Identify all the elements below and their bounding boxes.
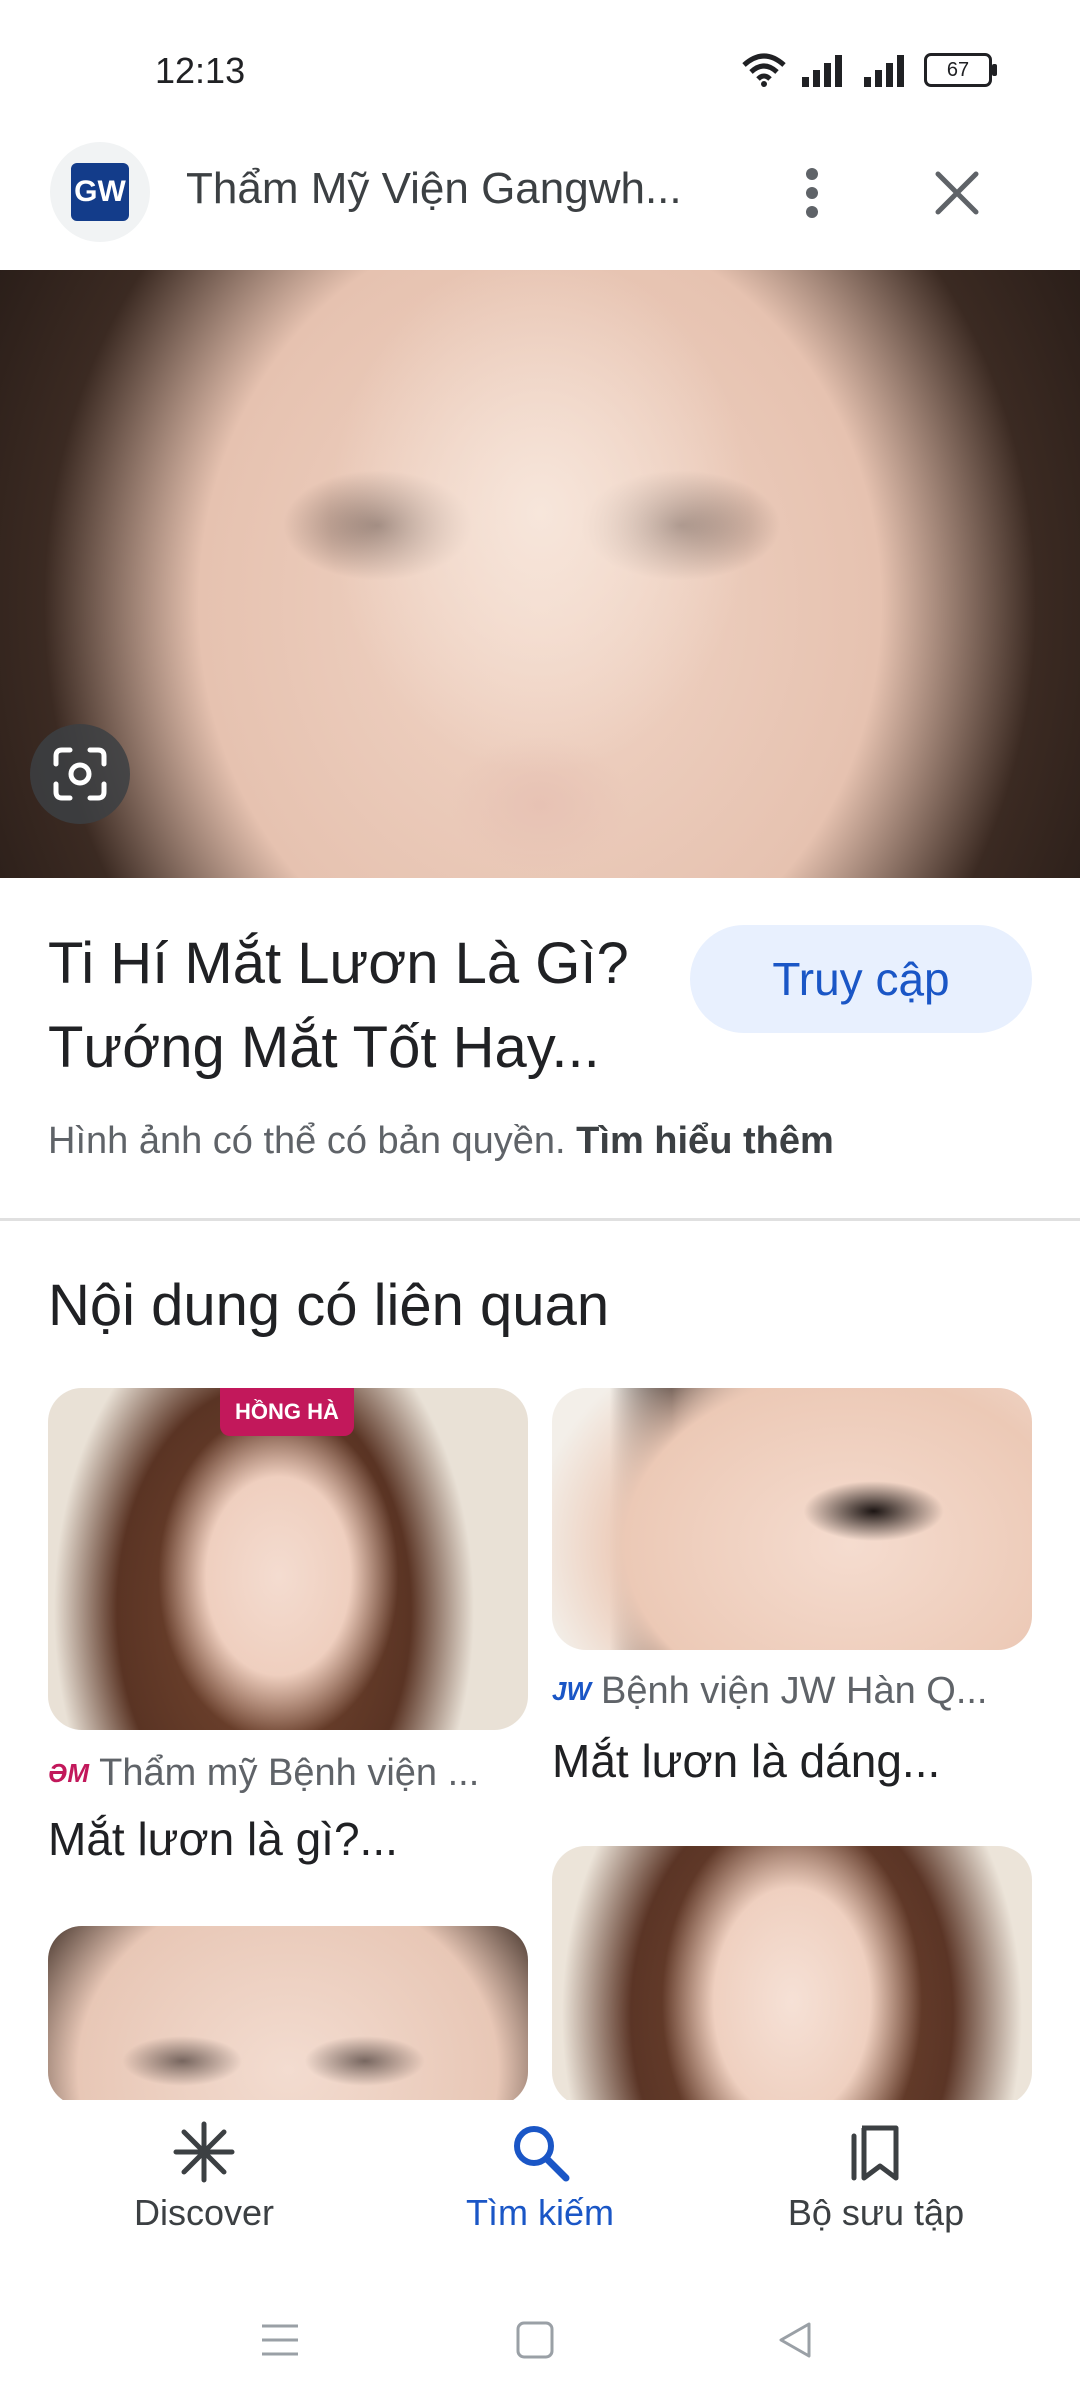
learn-more-link[interactable]: Tìm hiểu thêm: [576, 1120, 834, 1162]
source-icon: ƏM: [48, 1758, 90, 1788]
card-source-name: Bệnh viện JW Hàn Q...: [601, 1670, 988, 1712]
signal-icon: [864, 55, 904, 87]
search-icon: [514, 2126, 570, 2182]
card-title[interactable]: Mắt lươn là dáng...: [552, 1734, 1022, 1788]
main-image[interactable]: [0, 270, 1080, 878]
copyright-notice: Hình ảnh có thể có bản quyền. Tìm hiểu t…: [48, 1120, 834, 1163]
related-heading: Nội dung có liên quan: [48, 1273, 610, 1338]
card-source-name: Thẩm mỹ Bệnh viện ...: [99, 1752, 480, 1794]
battery-level: 67: [946, 58, 970, 81]
copyright-text: Hình ảnh có thể có bản quyền.: [48, 1120, 566, 1162]
image-title: Ti Hí Mắt Lươn Là Gì? Tướng Mắt Tốt Hay.…: [48, 931, 629, 1080]
nav-discover[interactable]: Discover: [74, 2120, 334, 2240]
recent-apps-button[interactable]: [250, 2310, 310, 2370]
visit-button[interactable]: Truy cập: [690, 925, 1032, 1033]
related-image[interactable]: [552, 1846, 1032, 2106]
site-title[interactable]: Thẩm Mỹ Viện Gangwh...: [186, 164, 746, 214]
home-button[interactable]: [505, 2310, 565, 2370]
site-logo-badge: GW: [71, 163, 129, 221]
close-icon: [935, 171, 979, 215]
nav-collections[interactable]: Bộ sưu tập: [746, 2120, 1006, 2240]
close-button[interactable]: [917, 148, 997, 238]
signal-icon: [802, 55, 842, 87]
card-title[interactable]: Mắt lươn là gì?...: [48, 1812, 518, 1866]
back-button[interactable]: [765, 2310, 825, 2370]
nav-label: Tìm kiếm: [466, 2192, 614, 2233]
card-source: JW Bệnh viện JW Hàn Q...: [552, 1670, 1012, 1713]
lens-button[interactable]: [30, 724, 130, 824]
status-icons: 67: [742, 50, 997, 90]
collections-icon: [851, 2125, 899, 2181]
menu-icon: [262, 2324, 298, 2356]
more-options-button[interactable]: [772, 148, 852, 238]
nav-search[interactable]: Tìm kiếm: [410, 2120, 670, 2240]
discover-icon: [173, 2121, 235, 2183]
card-source: ƏM Thẩm mỹ Bệnh viện ...: [48, 1752, 508, 1795]
nav-label: Discover: [133, 2192, 275, 2233]
divider: [0, 1218, 1080, 1221]
related-image[interactable]: [552, 1388, 1032, 1650]
related-image[interactable]: [48, 1926, 528, 2106]
source-icon: JW: [552, 1676, 591, 1706]
more-vert-icon: [806, 168, 818, 218]
wifi-icon: [742, 53, 786, 87]
back-icon: [779, 2322, 811, 2358]
status-time: 12:13: [155, 50, 246, 91]
related-image[interactable]: [48, 1388, 528, 1730]
battery-icon: 67: [924, 53, 997, 87]
lens-icon: [53, 747, 107, 801]
nav-label: Bộ sưu tập: [787, 2192, 965, 2233]
brand-tag: HỒNG HÀ: [220, 1388, 354, 1436]
home-icon: [516, 2321, 554, 2359]
site-logo[interactable]: GW: [50, 142, 150, 242]
